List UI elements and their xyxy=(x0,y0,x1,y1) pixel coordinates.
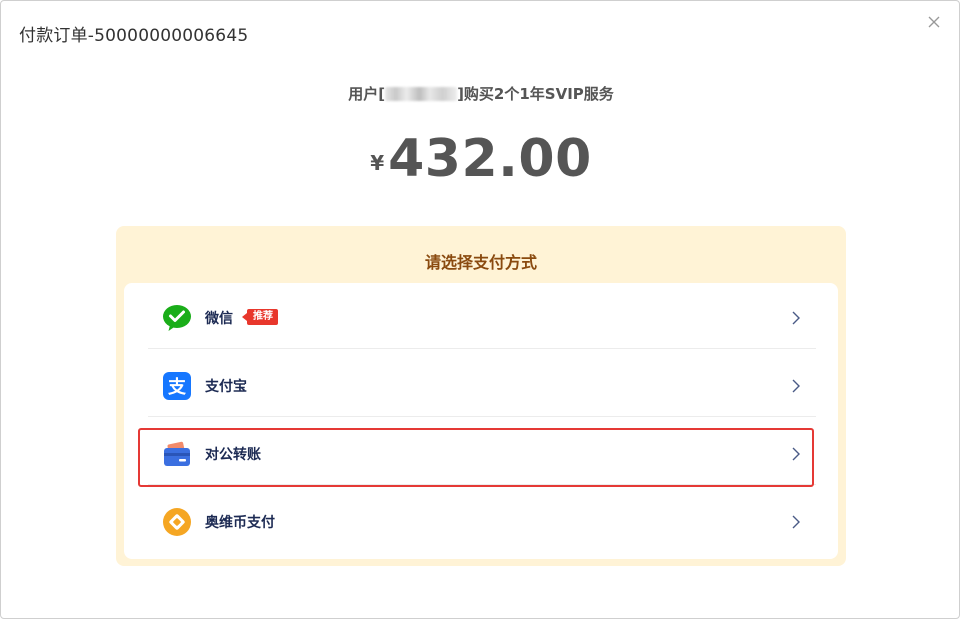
amount-value: 432.00 xyxy=(388,129,592,189)
order-desc-prefix: 用户[ xyxy=(348,85,386,103)
ovi-coin-icon xyxy=(162,507,192,537)
order-desc-suffix: ]购买2个1年SVIP服务 xyxy=(457,85,614,103)
payment-option-label: 微信 xyxy=(205,311,233,327)
payment-option-label: 对公转账 xyxy=(205,447,261,463)
svg-text:支: 支 xyxy=(167,376,187,398)
close-icon[interactable] xyxy=(927,15,941,29)
payment-dialog: 付款订单-50000000006645 用户[ ]购买2个1年SVIP服务 ¥43… xyxy=(0,0,960,619)
wechat-icon xyxy=(162,303,192,333)
payment-method-title: 请选择支付方式 xyxy=(424,253,537,272)
payment-option-ovi-coin[interactable]: 奥维币支付 xyxy=(148,487,816,553)
blurred-username xyxy=(385,87,458,101)
recommend-badge: 推荐 xyxy=(242,309,278,325)
payment-option-label: 支付宝 xyxy=(205,379,247,395)
alipay-icon: 支 xyxy=(162,371,192,401)
dialog-title: 付款订单-50000000006645 xyxy=(19,26,249,46)
chevron-right-icon xyxy=(792,310,800,325)
chevron-right-icon xyxy=(792,446,800,461)
chevron-right-icon xyxy=(792,378,800,393)
bank-card-icon xyxy=(162,439,192,469)
divider xyxy=(148,416,816,417)
divider xyxy=(148,348,816,349)
payment-option-alipay[interactable]: 支 支付宝 xyxy=(148,351,816,417)
payment-amount: ¥432.00 xyxy=(1,129,960,189)
divider xyxy=(148,484,816,485)
payment-method-list: 微信 推荐 支 支付宝 对公转账 奥维币支付 xyxy=(124,283,838,559)
currency-symbol: ¥ xyxy=(370,151,385,175)
payment-option-corporate-transfer[interactable]: 对公转账 xyxy=(148,419,816,485)
order-description: 用户[ ]购买2个1年SVIP服务 xyxy=(1,83,960,104)
payment-option-wechat[interactable]: 微信 推荐 xyxy=(148,283,816,349)
chevron-right-icon xyxy=(792,514,800,529)
payment-option-label: 奥维币支付 xyxy=(205,515,275,531)
payment-method-panel: 请选择支付方式 微信 推荐 支 支付宝 对公转账 奥维币支付 xyxy=(116,226,846,566)
